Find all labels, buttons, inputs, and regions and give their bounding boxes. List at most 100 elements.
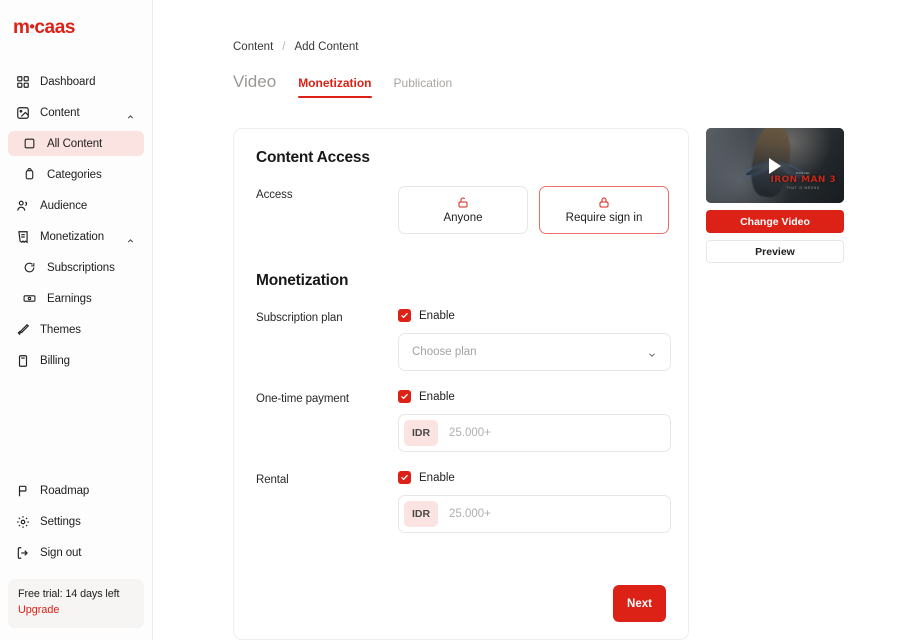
sidebar-item-label: Subscriptions: [47, 261, 115, 274]
sidebar-item-label: Earnings: [47, 292, 92, 305]
app-root: m•caas Dashboard Content All Content Cat…: [0, 0, 920, 640]
one-time-enable-checkbox[interactable]: [398, 390, 411, 403]
sidebar-item-label: Content: [40, 106, 80, 119]
next-button[interactable]: Next: [613, 585, 666, 622]
sidebar-item-themes[interactable]: Themes: [8, 317, 144, 342]
image-icon: [15, 105, 30, 120]
square-icon: [22, 136, 37, 151]
sidebar-item-label: Categories: [47, 168, 102, 181]
refresh-icon: [22, 260, 37, 275]
sidebar-item-label: Themes: [40, 323, 81, 336]
one-time-payment-row: One-time payment Enable IDR: [256, 390, 671, 452]
sidebar-bottom: Roadmap Settings Sign out Free trial: 14…: [0, 478, 152, 640]
sidebar-item-dashboard[interactable]: Dashboard: [8, 69, 144, 94]
upgrade-link[interactable]: Upgrade: [18, 604, 59, 616]
sidebar-item-all-content[interactable]: All Content: [8, 131, 144, 156]
thumbnail-tagline: THAT IS WRONG: [786, 185, 820, 190]
sidebar-item-sign-out[interactable]: Sign out: [8, 540, 144, 565]
access-option-anyone[interactable]: Anyone: [398, 186, 528, 234]
app-logo[interactable]: m•caas: [0, 0, 152, 37]
subscription-plan-row: Subscription plan Enable Choose plan: [256, 309, 671, 371]
trial-status-text: Free trial: 14 days left: [18, 588, 120, 600]
trial-banner: Free trial: 14 days left Upgrade: [8, 579, 144, 628]
choose-plan-value: Choose plan: [412, 346, 477, 358]
grid-icon: [15, 74, 30, 89]
rental-enable-checkbox[interactable]: [398, 471, 411, 484]
subscription-enable-checkbox[interactable]: [398, 309, 411, 322]
chevron-up-icon: [126, 108, 135, 118]
access-label: Access: [256, 189, 293, 201]
one-time-payment-label: One-time payment: [256, 393, 349, 405]
one-time-enable-row: Enable: [398, 390, 671, 403]
subscription-enable-row: Enable: [398, 309, 671, 322]
receipt-icon: [15, 229, 30, 244]
rental-amount-field: IDR: [398, 495, 671, 533]
flag-icon: [15, 483, 30, 498]
sidebar-item-roadmap[interactable]: Roadmap: [8, 478, 144, 503]
tab-monetization[interactable]: Monetization: [298, 76, 372, 98]
choose-plan-select[interactable]: Choose plan: [398, 333, 671, 371]
gear-icon: [15, 514, 30, 529]
one-time-enable-label: Enable: [419, 390, 455, 403]
rental-enable-label: Enable: [419, 471, 455, 484]
rental-amount-input[interactable]: [438, 496, 670, 532]
unlock-icon: [457, 196, 469, 209]
chevron-down-icon: [647, 347, 657, 357]
access-option-require-sign-in[interactable]: Require sign in: [539, 186, 669, 234]
sidebar-item-label: Roadmap: [40, 484, 90, 497]
subscription-plan-label: Subscription plan: [256, 312, 343, 324]
form-card: Content Access Access Anyone Require sig…: [233, 128, 689, 640]
sidebar-item-content[interactable]: Content: [8, 100, 144, 125]
sidebar-item-label: Settings: [40, 515, 81, 528]
access-option-group: Anyone Require sign in: [398, 186, 669, 234]
access-row: Access Anyone Require sign in: [256, 186, 669, 234]
rental-currency-prefix: IDR: [404, 501, 438, 527]
monetization-title: Monetization: [256, 272, 349, 289]
preview-button[interactable]: Preview: [706, 240, 844, 263]
sidebar-item-billing[interactable]: Billing: [8, 348, 144, 373]
breadcrumb-separator: /: [282, 41, 286, 53]
sidebar-item-label: All Content: [47, 137, 103, 150]
creditcard-icon: [15, 353, 30, 368]
chevron-up-icon: [126, 232, 135, 242]
lock-icon: [598, 196, 610, 209]
tag-icon: [22, 167, 37, 182]
rental-row: Rental Enable IDR: [256, 471, 671, 533]
main-content: Content / Add Content Video Monetization…: [153, 0, 920, 640]
sidebar-item-label: Monetization: [40, 230, 105, 243]
rental-enable-row: Enable: [398, 471, 671, 484]
sidebar-item-audience[interactable]: Audience: [8, 193, 144, 218]
one-time-currency-prefix: IDR: [404, 420, 438, 446]
thumbnail-title-block: MARVEL IRON MAN 3 THAT IS WRONG: [770, 170, 836, 191]
change-video-button[interactable]: Change Video: [706, 210, 844, 233]
sidebar-item-settings[interactable]: Settings: [8, 509, 144, 534]
card-footer: Next: [613, 585, 666, 622]
sidebar-item-label: Billing: [40, 354, 70, 367]
sidebar: m•caas Dashboard Content All Content Cat…: [0, 0, 153, 640]
rental-label: Rental: [256, 474, 289, 486]
sidebar-item-subscriptions[interactable]: Subscriptions: [8, 255, 144, 280]
users-icon: [15, 198, 30, 213]
preview-rail: MARVEL IRON MAN 3 THAT IS WRONG Change V…: [706, 128, 844, 263]
thumbnail-movie-title: IRON MAN 3: [770, 174, 836, 185]
one-time-amount-field: IDR: [398, 414, 671, 452]
tab-publication[interactable]: Publication: [394, 76, 453, 98]
sidebar-item-label: Sign out: [40, 546, 82, 559]
sidebar-item-categories[interactable]: Categories: [8, 162, 144, 187]
logo-text-main: m: [13, 17, 30, 38]
brush-icon: [15, 322, 30, 337]
sidebar-item-label: Audience: [40, 199, 88, 212]
one-time-amount-input[interactable]: [438, 415, 670, 451]
sidebar-item-label: Dashboard: [40, 75, 96, 88]
subscription-enable-label: Enable: [419, 309, 455, 322]
tab-video[interactable]: Video: [233, 72, 276, 100]
breadcrumb-current: Add Content: [294, 41, 359, 53]
access-option-label: Anyone: [443, 212, 483, 224]
content-access-title: Content Access: [256, 149, 370, 166]
sidebar-item-earnings[interactable]: Earnings: [8, 286, 144, 311]
breadcrumb-parent[interactable]: Content: [233, 41, 273, 53]
video-thumbnail[interactable]: MARVEL IRON MAN 3 THAT IS WRONG: [706, 128, 844, 203]
sidebar-item-monetization[interactable]: Monetization: [8, 224, 144, 249]
sidebar-nav: Dashboard Content All Content Categories…: [0, 69, 152, 379]
thumbnail-studio-text: MARVEL: [796, 170, 811, 175]
